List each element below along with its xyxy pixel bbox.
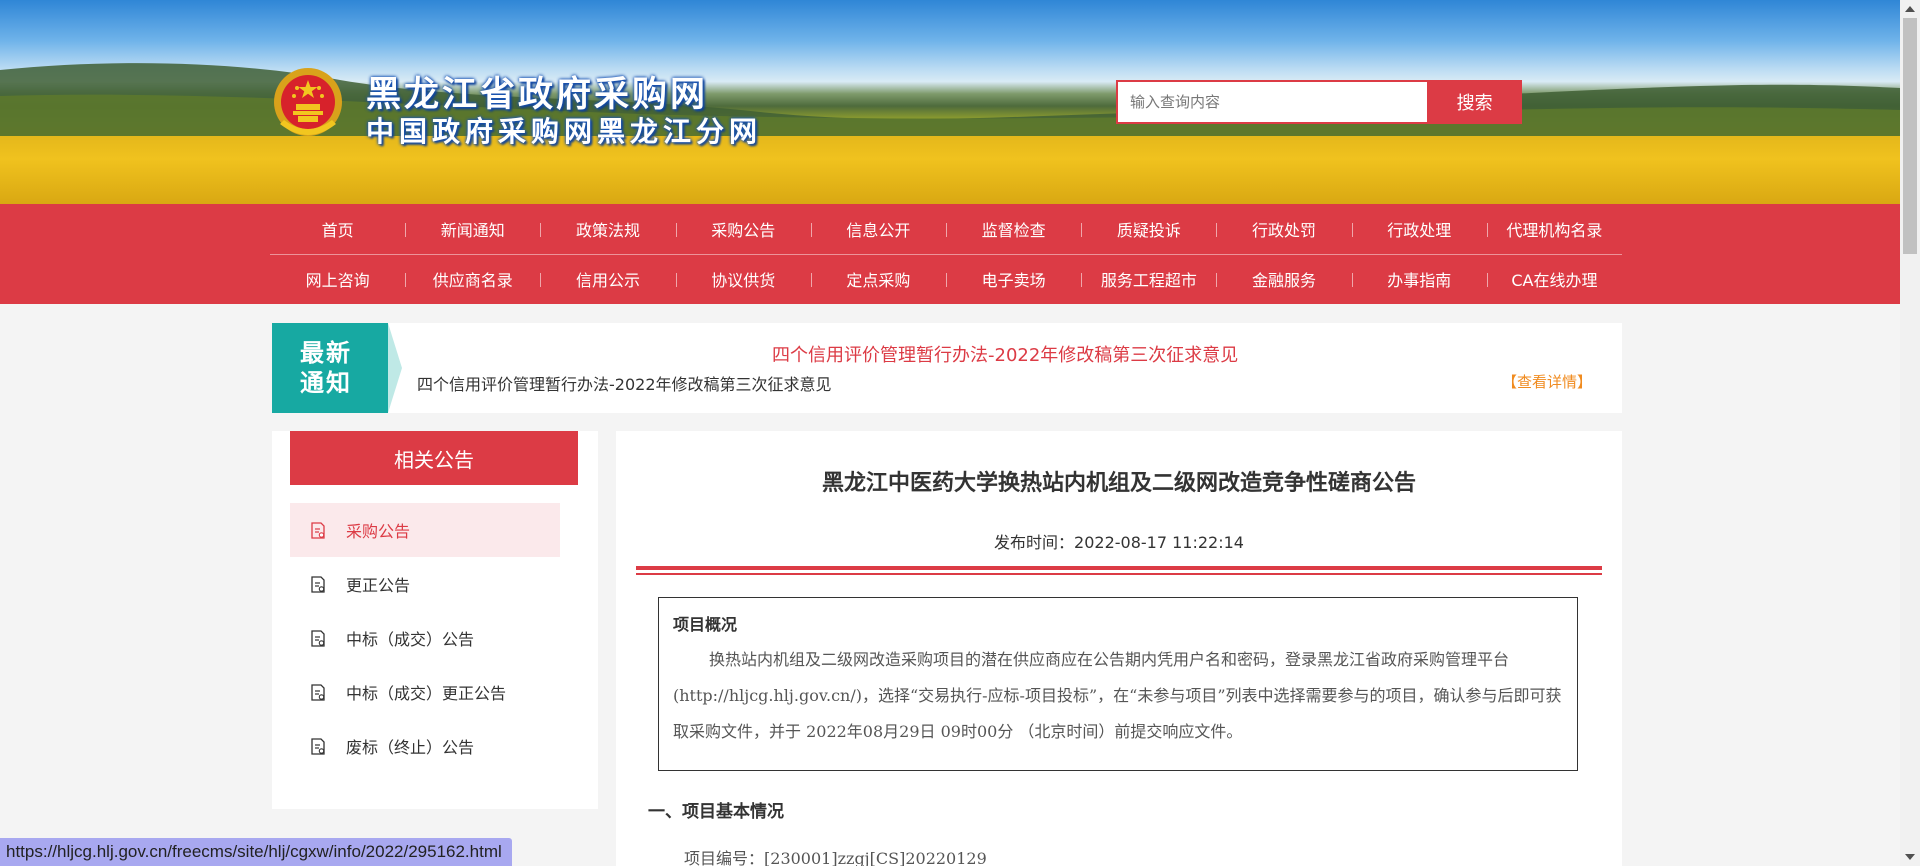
document-icon	[311, 683, 325, 701]
search-button[interactable]: 搜索	[1427, 80, 1522, 124]
notice-more-link[interactable]: 【查看详情】	[1502, 371, 1592, 392]
nav-item-finance[interactable]: 金融服务	[1216, 254, 1351, 304]
sidebar-item-procurement-notice[interactable]: 采购公告	[290, 503, 560, 557]
nav-item-home[interactable]: 首页	[270, 204, 405, 254]
section-title: 一、项目基本情况	[648, 802, 784, 822]
search-box: 搜索	[1116, 80, 1522, 124]
latest-notice-label: 最新 通知	[272, 323, 388, 413]
scroll-up-icon[interactable]	[1905, 6, 1915, 12]
related-sidebar: 相关公告 采购公告 更正公告 中标（成交）公告 中标（成交）更正公告 废标（终止…	[272, 431, 598, 809]
document-icon	[311, 521, 325, 539]
scroll-down-icon[interactable]	[1905, 854, 1915, 860]
sidebar-item-label: 废标（终止）公告	[346, 738, 475, 757]
article-title: 黑龙江中医药大学换热站内机组及二级网改造竞争性磋商公告	[821, 471, 1416, 496]
project-number: 项目编号：[230001]zzgj[CS]20220129	[684, 845, 987, 866]
site-subtitle: 中国政府采购网黑龙江分网	[366, 115, 763, 148]
sidebar-item-correction-notice[interactable]: 更正公告	[290, 557, 560, 611]
nav-item-supervision[interactable]: 监督检查	[946, 204, 1081, 254]
nav-item-agency-list[interactable]: 代理机构名录	[1486, 204, 1622, 254]
sidebar-item-label: 采购公告	[346, 522, 411, 541]
nav-item-online-consult[interactable]: 网上咨询	[270, 254, 405, 304]
project-overview-box: 项目概况 换热站内机组及二级网改造采购项目的潜在供应商应在公告期内凭用户名和密码…	[658, 597, 1578, 771]
nav-item-service-market[interactable]: 服务工程超市	[1081, 254, 1216, 304]
sidebar-item-label: 中标（成交）公告	[346, 630, 475, 649]
nav-row-1: 首页 新闻通知 政策法规 采购公告 信息公开 监督检查 质疑投诉 行政处罚 行政…	[270, 204, 1622, 255]
nav-item-supplier-list[interactable]: 供应商名录	[405, 254, 540, 304]
header-banner: 黑龙江省政府采购网 中国政府采购网黑龙江分网 搜索	[0, 0, 1900, 204]
title-divider	[636, 566, 1602, 570]
document-icon	[311, 575, 325, 593]
latest-notice-bar: 最新 通知 四个信用评价管理暂行办法-2022年修改稿第三次征求意见 四个信用评…	[272, 323, 1622, 413]
notice-label-arrow	[388, 323, 402, 413]
notice-headline-link[interactable]: 四个信用评价管理暂行办法-2022年修改稿第三次征求意见	[772, 341, 1238, 367]
nav-item-complaints[interactable]: 质疑投诉	[1081, 204, 1216, 254]
overview-text: 换热站内机组及二级网改造采购项目的潜在供应商应在公告期内凭用户名和密码，登录黑龙…	[673, 650, 1562, 741]
overview-title: 项目概况	[673, 615, 738, 634]
project-number-value: [230001]zzgj[CS]20220129	[764, 849, 987, 866]
main-nav: 首页 新闻通知 政策法规 采购公告 信息公开 监督检查 质疑投诉 行政处罚 行政…	[0, 204, 1900, 304]
publish-time-value: 2022-08-17 11:22:14	[1074, 533, 1244, 552]
document-icon	[311, 737, 325, 755]
nav-item-e-mall[interactable]: 电子卖场	[946, 254, 1081, 304]
scrollbar-thumb[interactable]	[1903, 18, 1917, 254]
document-icon	[311, 629, 325, 647]
publish-time-label: 发布时间：	[994, 533, 1075, 552]
nav-item-agreement-supply[interactable]: 协议供货	[675, 254, 811, 304]
sidebar-item-label: 更正公告	[346, 576, 411, 595]
nav-item-designated-procurement[interactable]: 定点采购	[810, 254, 946, 304]
sidebar-title: 相关公告	[290, 431, 578, 485]
notice-label-line1: 最新	[300, 339, 352, 367]
nav-item-credit[interactable]: 信用公示	[540, 254, 675, 304]
search-input[interactable]	[1116, 80, 1428, 124]
nav-item-procurement-notice[interactable]: 采购公告	[675, 204, 811, 254]
status-bar-url: https://hljcg.hlj.gov.cn/freecms/site/hl…	[0, 838, 512, 866]
publish-time: 发布时间：2022-08-17 11:22:14	[616, 529, 1622, 553]
nav-item-policy[interactable]: 政策法规	[540, 204, 675, 254]
nav-item-ca-online[interactable]: CA在线办理	[1486, 254, 1622, 304]
national-emblem-icon	[274, 68, 342, 136]
nav-item-admin-handling[interactable]: 行政处理	[1351, 204, 1487, 254]
sidebar-item-award-correction-notice[interactable]: 中标（成交）更正公告	[290, 665, 560, 719]
sidebar-item-label: 中标（成交）更正公告	[346, 684, 507, 703]
sidebar-item-termination-notice[interactable]: 废标（终止）公告	[290, 719, 560, 773]
page: 黑龙江省政府采购网 中国政府采购网黑龙江分网 搜索 首页 新闻通知 政策法规 采…	[0, 0, 1900, 866]
nav-item-news[interactable]: 新闻通知	[405, 204, 540, 254]
title-divider-thin	[636, 573, 1602, 575]
article-panel: 黑龙江中医药大学换热站内机组及二级网改造竞争性磋商公告 发布时间：2022-08…	[616, 431, 1622, 866]
nav-item-info-disclosure[interactable]: 信息公开	[810, 204, 946, 254]
sidebar-item-award-notice[interactable]: 中标（成交）公告	[290, 611, 560, 665]
project-number-label: 项目编号：	[684, 849, 765, 866]
notice-label-line2: 通知	[300, 369, 352, 397]
nav-row-2: 网上咨询 供应商名录 信用公示 协议供货 定点采购 电子卖场 服务工程超市 金融…	[270, 254, 1622, 304]
notice-text-link[interactable]: 四个信用评价管理暂行办法-2022年修改稿第三次征求意见	[417, 371, 832, 395]
vertical-scrollbar[interactable]	[1900, 0, 1920, 866]
nav-item-guide[interactable]: 办事指南	[1351, 254, 1487, 304]
nav-item-penalties[interactable]: 行政处罚	[1216, 204, 1351, 254]
